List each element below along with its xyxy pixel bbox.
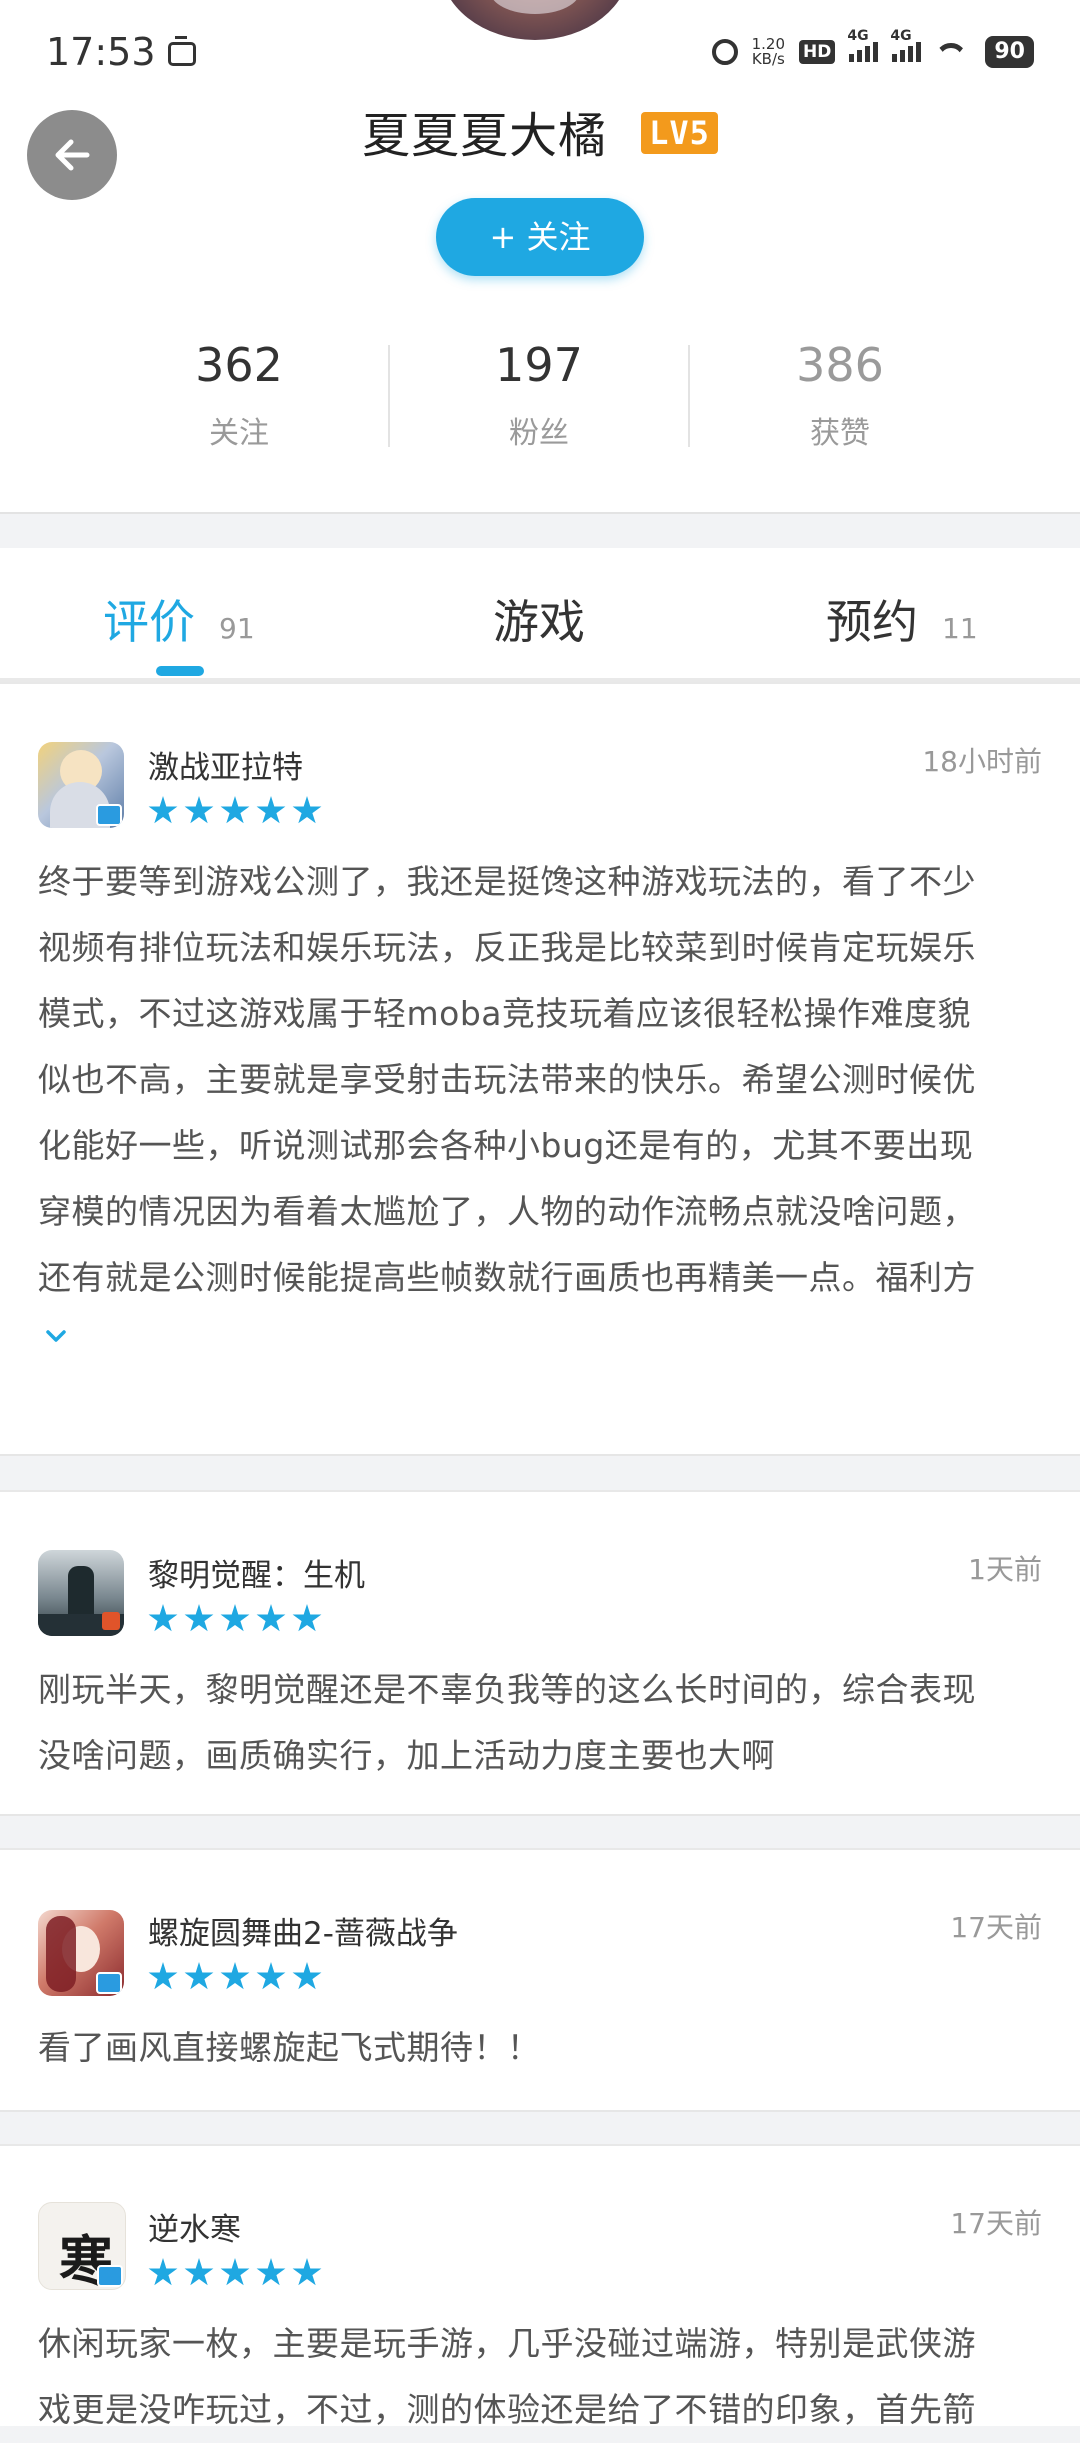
star-icon — [148, 2258, 178, 2286]
signal-icon: 4G — [847, 28, 879, 62]
review-text: 刚玩半天，黎明觉醒还是不辜负我等的这么长时间的，综合表现 没啥问题，画质确实行，… — [38, 1657, 1044, 1789]
tab-label: 预约 — [826, 595, 918, 649]
review-text: 看了画风直接螺旋起飞式期待！！ — [38, 2015, 1044, 2081]
stat-value: 386 — [796, 338, 884, 392]
review-time: 18小时前 — [922, 745, 1042, 778]
star-icon — [292, 796, 322, 824]
stat-likes[interactable]: 386 获赞 — [690, 338, 990, 452]
star-icon — [148, 1604, 178, 1632]
review-line: 戏更是没咋玩过，不过，测的体验还是给了不错的印象，首先箭 — [38, 2390, 976, 2429]
review-text: 休闲玩家一枚，主要是玩手游，几乎没碰过端游，特别是武侠游 戏更是没咋玩过，不过，… — [38, 2311, 1044, 2443]
profile-title: 夏夏夏大橘 LV5 — [0, 96, 1080, 166]
stat-label: 粉丝 — [509, 416, 569, 451]
battery-icon: 90 — [985, 36, 1034, 68]
wifi-icon — [935, 39, 971, 65]
stat-following[interactable]: 362 关注 — [89, 338, 389, 452]
network-speed: 1.20 KB/s — [752, 37, 785, 67]
star-icon — [220, 1962, 250, 1990]
divider — [388, 345, 390, 447]
chevron-down-icon[interactable] — [44, 1324, 68, 1348]
review-line: 休闲玩家一枚，主要是玩手游，几乎没碰过端游，特别是武侠游 — [38, 2324, 976, 2363]
game-icon[interactable]: 寒 — [38, 2202, 126, 2290]
review-line: 穿模的情况因为看着太尴尬了，人物的动作流畅点就没啥问题， — [38, 1192, 976, 1231]
status-time: 17:53 — [46, 30, 156, 74]
hd-icon: HD — [799, 40, 836, 64]
divider — [688, 345, 690, 447]
star-icon — [184, 2258, 214, 2286]
stat-value: 362 — [195, 338, 283, 392]
star-icon — [292, 2258, 322, 2286]
review-line: 化能好一些，听说测试那会各种小bug还是有的，尤其不要出现 — [38, 1126, 974, 1165]
star-icon — [256, 1604, 286, 1632]
review-card[interactable]: 激战亚拉特 18小时前 终于要等到游戏公测了，我还是挺馋这种游戏玩法的，看了不少… — [0, 682, 1080, 1456]
active-tab-indicator — [156, 666, 204, 676]
game-icon[interactable] — [38, 1550, 124, 1636]
star-icon — [184, 1604, 214, 1632]
stat-value: 197 — [495, 338, 583, 392]
profile-header: 17:53 1.20 KB/s HD 4G 4G 90 夏夏夏大橘 LV5 + … — [0, 0, 1080, 514]
star-icon — [148, 1962, 178, 1990]
star-icon — [184, 1962, 214, 1990]
follow-button[interactable]: + 关注 — [436, 198, 644, 276]
profile-stats: 362 关注 197 粉丝 386 获赞 — [0, 330, 1080, 470]
star-icon — [220, 2258, 250, 2286]
review-time: 17天前 — [950, 2207, 1042, 2240]
game-name[interactable]: 黎明觉醒：生机 — [148, 1550, 365, 1595]
star-icon — [292, 1962, 322, 1990]
game-icon[interactable] — [38, 1910, 124, 1996]
star-icon — [220, 1604, 250, 1632]
stat-label: 关注 — [209, 416, 269, 451]
rating-stars — [148, 1962, 322, 1992]
tab-label: 游戏 — [493, 595, 585, 649]
star-icon — [256, 1962, 286, 1990]
game-icon[interactable] — [38, 742, 124, 828]
rating-stars — [148, 796, 322, 826]
star-icon — [292, 1604, 322, 1632]
review-line: 刚玩半天，黎明觉醒还是不辜负我等的这么长时间的，综合表现 — [38, 1670, 976, 1709]
stat-label: 获赞 — [810, 416, 870, 451]
star-icon — [184, 796, 214, 824]
tab-reservations[interactable]: 预约 11 — [826, 586, 978, 652]
tab-count: 91 — [219, 612, 255, 645]
review-line: 还有就是公测时候能提高些帧数就行画质也再精美一点。福利方 — [38, 1258, 976, 1297]
tab-games[interactable]: 游戏 — [493, 586, 585, 652]
review-time: 1天前 — [968, 1553, 1042, 1586]
star-icon — [256, 2258, 286, 2286]
star-icon — [220, 796, 250, 824]
review-time: 17天前 — [950, 1911, 1042, 1944]
tab-count: 11 — [942, 612, 978, 645]
alarm-icon — [711, 39, 738, 65]
star-icon — [148, 796, 178, 824]
tab-reviews[interactable]: 评价 91 — [103, 586, 255, 652]
review-line: 终于要等到游戏公测了，我还是挺馋这种游戏玩法的，看了不少 — [38, 862, 976, 901]
content-tabs: 评价 91 游戏 预约 11 — [0, 548, 1080, 682]
review-line: 看了画风直接螺旋起飞式期待！！ — [38, 2028, 541, 2067]
review-card[interactable]: 黎明觉醒：生机 1天前 刚玩半天，黎明觉醒还是不辜负我等的这么长时间的，综合表现… — [0, 1490, 1080, 1816]
rating-stars — [148, 1604, 322, 1634]
review-card[interactable]: 螺旋圆舞曲2-蔷薇战争 17天前 看了画风直接螺旋起飞式期待！！ — [0, 1848, 1080, 2112]
rating-stars — [148, 2258, 322, 2288]
network-type-2: 4G — [890, 28, 912, 44]
speed-unit: KB/s — [751, 50, 785, 68]
signal-icon-2: 4G — [890, 28, 922, 62]
star-icon — [256, 796, 286, 824]
game-name[interactable]: 逆水寒 — [148, 2204, 241, 2249]
review-line: 似也不高，主要就是享受射击玩法带来的快乐。希望公测时候优 — [38, 1060, 976, 1099]
review-line: 没啥问题，画质确实行，加上活动力度主要也大啊 — [38, 1736, 775, 1775]
level-badge: LV5 — [641, 112, 718, 154]
status-icons: 1.20 KB/s HD 4G 4G 90 — [711, 28, 1034, 68]
username: 夏夏夏大橘 — [362, 108, 608, 164]
game-name[interactable]: 螺旋圆舞曲2-蔷薇战争 — [148, 1908, 458, 1953]
tab-label: 评价 — [103, 595, 195, 649]
stat-followers[interactable]: 197 粉丝 — [389, 338, 689, 452]
status-bar: 17:53 1.20 KB/s HD 4G 4G 90 — [0, 0, 1080, 110]
review-line: 视频有排位玩法和娱乐玩法，反正我是比较菜到时候肯定玩娱乐 — [38, 928, 976, 967]
review-text: 终于要等到游戏公测了，我还是挺馋这种游戏玩法的，看了不少 视频有排位玩法和娱乐玩… — [38, 849, 1044, 1311]
review-line: 模式，不过这游戏属于轻moba竞技玩着应该很轻松操作难度貌 — [38, 994, 972, 1033]
game-name[interactable]: 激战亚拉特 — [148, 742, 303, 787]
review-card[interactable]: 寒 逆水寒 17天前 休闲玩家一枚，主要是玩手游，几乎没碰过端游，特别是武侠游 … — [0, 2144, 1080, 2429]
network-type-1: 4G — [847, 28, 869, 44]
tv-icon — [168, 42, 196, 66]
